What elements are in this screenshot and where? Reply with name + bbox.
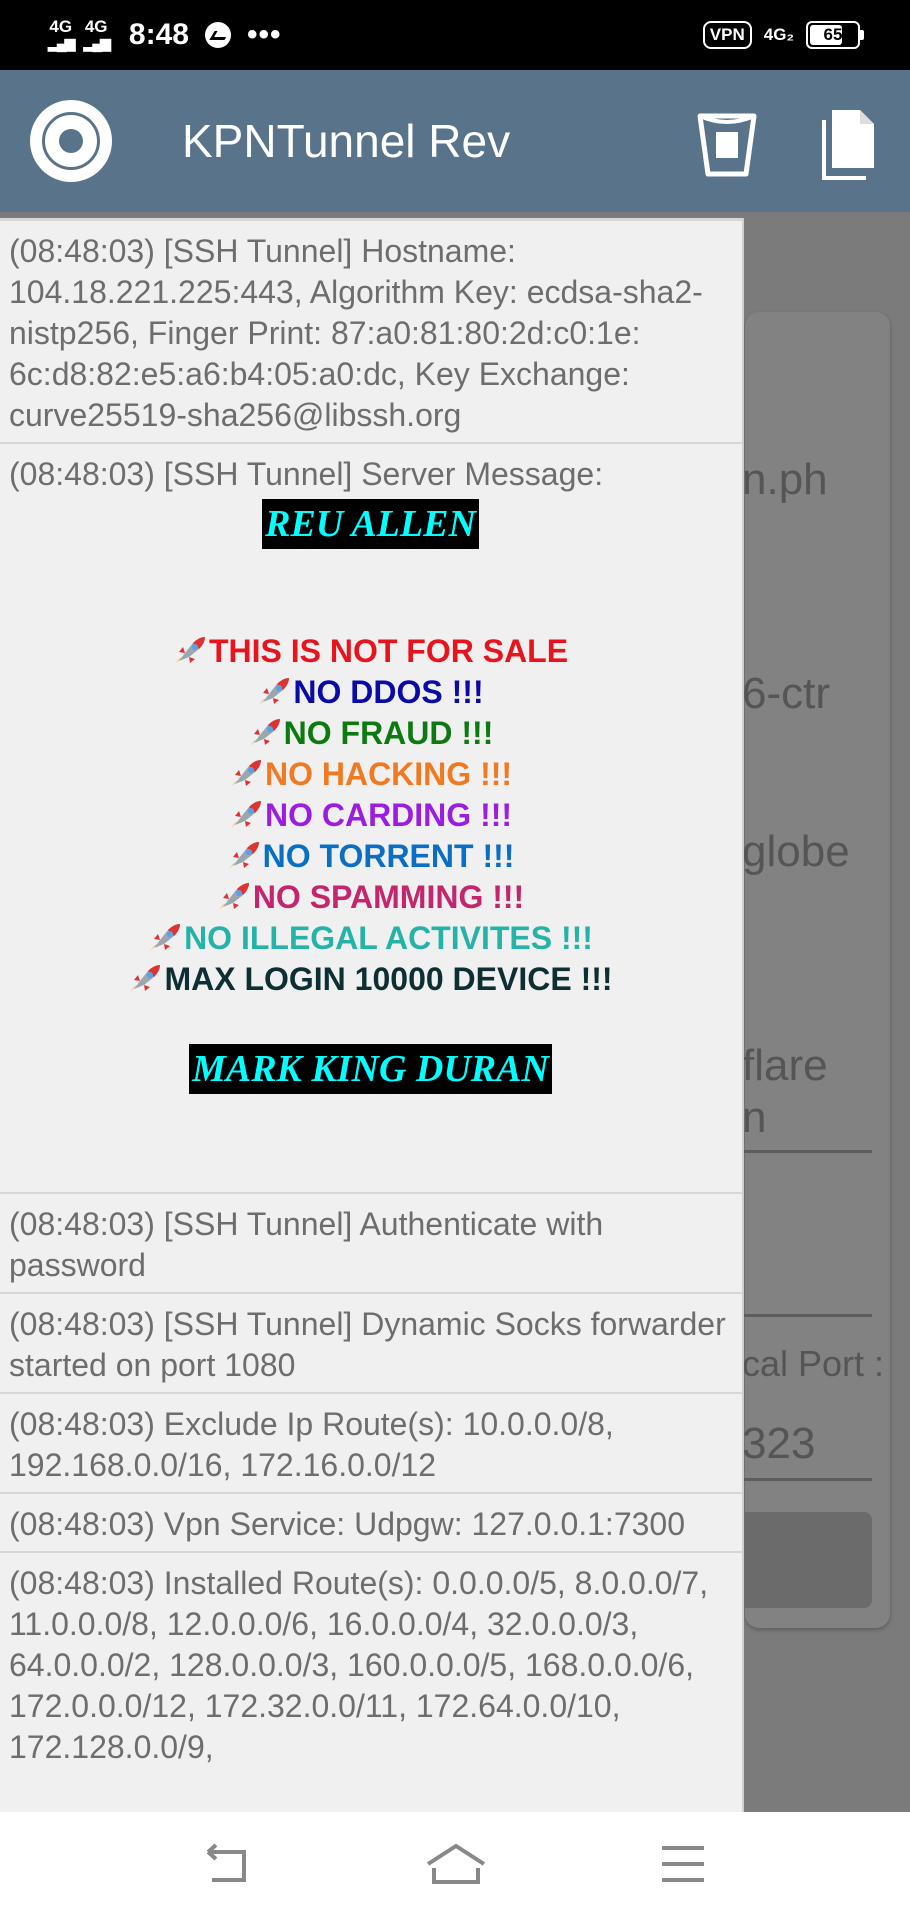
rule-line: NO ILLEGAL ACTIVITES !!! [9,918,732,959]
rule-text: NO HACKING !!! [264,756,513,792]
rocket-icon [257,675,291,705]
bg-text: flare [742,1041,828,1090]
rule-line: NO CARDING !!! [9,795,732,836]
log-text: (08:48:03) [SSH Tunnel] Server Message: [9,456,604,492]
rule-text: NO CARDING !!! [264,797,513,833]
app-bar: KPNTunnel Rev [0,70,910,212]
clock: 8:48 [128,18,189,51]
log-text: (08:48:03) [SSH Tunnel] Authenticate wit… [9,1206,613,1283]
network-type: 4G₂ [763,25,794,44]
rocket-icon [229,757,263,787]
banner-top: REU ALLEN [262,499,479,549]
app-title: KPNTunnel Rev [182,115,511,167]
log-entry: (08:48:03) Exclude Ip Route(s): 10.0.0.0… [0,1392,742,1492]
log-panel[interactable]: (08:48:03) [SSH Tunnel] Hostname: 104.18… [0,218,744,1812]
connect-button [738,1512,872,1608]
log-text: (08:48:03) [SSH Tunnel] Hostname: 104.18… [9,233,703,433]
rules-list: THIS IS NOT FOR SALE NO DDOS !!! NO FRAUD … [9,631,732,1000]
rule-text: NO ILLEGAL ACTIVITES !!! [184,920,593,956]
log-entry: (08:48:03) [SSH Tunnel] Authenticate wit… [0,1192,742,1292]
rocket-icon [227,839,261,869]
messenger-icon [204,22,231,48]
log-text: (08:48:03) [SSH Tunnel] Dynamic Socks fo… [9,1306,735,1383]
spacer [0,1842,1,1843]
rule-text: NO FRAUD !!! [283,715,494,751]
log-entry: (08:48:03) Vpn Service: Udpgw: 127.0.0.1… [0,1492,742,1551]
rule-line: NO FRAUD !!! [9,713,732,754]
vpn-badge: VPN [702,21,752,49]
signal-icon: 4G ▂▄▆ [83,17,110,51]
rule-line: THIS IS NOT FOR SALE [9,631,732,672]
rocket-icon [217,880,251,910]
battery-icon: 65 [806,21,864,49]
rocket-icon [229,798,263,828]
rule-text: MAX LOGIN 10000 DEVICE !!! [164,961,613,997]
app-logo [30,100,112,182]
rule-line: NO DDOS !!! [9,672,732,713]
rule-text: NO DDOS !!! [293,674,484,710]
log-text: (08:48:03) Installed Route(s): 0.0.0.0/5… [9,1565,717,1765]
bg-text: n [742,1093,767,1142]
more-notifications-icon: ••• [246,18,282,51]
log-entry: (08:48:03) Installed Route(s): 0.0.0.0/5… [0,1551,742,1774]
rule-text: NO TORRENT !!! [262,838,515,874]
bg-text: globe [742,827,850,876]
log-entry: (08:48:03) [SSH Tunnel] Hostname: 104.18… [0,218,742,442]
rule-line: NO TORRENT !!! [9,836,732,877]
rule-line: NO HACKING !!! [9,754,732,795]
signal-icon: 4G ▂▄▆ [48,17,75,51]
bg-text: 6-ctr [742,669,830,718]
log-entry-server-message: (08:48:03) [SSH Tunnel] Server Message: … [0,442,742,1192]
banner-bottom: MARK KING DURAN [189,1044,552,1094]
server-message: REU ALLEN THIS IS NOT FOR SALE NO DDOS !!… [9,499,732,1186]
bg-text: n.ph [742,455,828,504]
log-entry: (08:48:03) [SSH Tunnel] Dynamic Socks fo… [0,1292,742,1392]
rocket-icon [173,634,207,664]
rocket-icon [248,716,282,746]
rocket-icon [148,921,182,951]
rule-line: NO SPAMMING !!! [9,877,732,918]
divider [742,1314,872,1317]
copy-log-icon[interactable] [822,108,876,180]
rule-text: THIS IS NOT FOR SALE [208,633,569,669]
navigation-bar [0,1812,910,1920]
home-icon[interactable] [424,1842,488,1886]
status-bar: 4G ▂▄▆ 4G ▂▄▆ 8:48 ••• VPN 4G₂ 65 [0,0,910,70]
back-icon[interactable] [204,1842,250,1886]
rule-line: MAX LOGIN 10000 DEVICE !!! [9,959,732,1000]
divider [742,1478,872,1481]
rule-text: NO SPAMMING !!! [252,879,525,915]
bg-text: cal Port : [742,1343,885,1384]
divider [742,1150,872,1153]
menu-icon[interactable] [660,1842,706,1886]
clear-log-icon[interactable] [696,112,758,178]
bg-text: 323 [742,1419,816,1468]
rocket-icon [128,962,162,992]
log-text: (08:48:03) Exclude Ip Route(s): 10.0.0.0… [9,1406,623,1483]
log-text: (08:48:03) Vpn Service: Udpgw: 127.0.0.1… [9,1506,685,1542]
battery-level: 65 [823,25,843,44]
